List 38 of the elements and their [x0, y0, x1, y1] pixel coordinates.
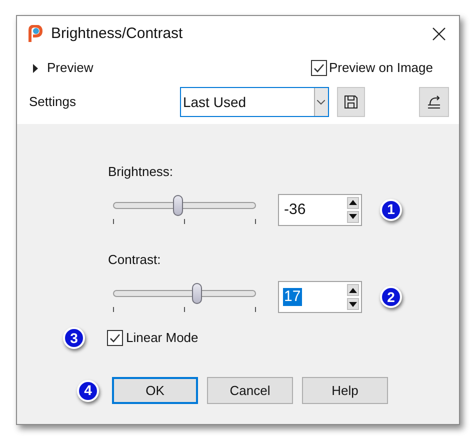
number-spinbox[interactable]: -36 [278, 194, 362, 226]
settings-dropdown[interactable]: Last Used [180, 87, 329, 117]
dialog-button[interactable]: OK [112, 377, 198, 404]
callout-number: 1 [380, 198, 402, 220]
save-preset-button[interactable] [336, 87, 365, 117]
spin-up-icon[interactable] [347, 284, 359, 296]
callout-number: 3 [63, 327, 85, 349]
callout-number: 2 [380, 286, 402, 308]
checkmark-icon [109, 332, 121, 344]
spin-down-icon[interactable] [347, 298, 359, 310]
slider-label: Contrast: [108, 250, 162, 268]
close-button[interactable] [431, 26, 447, 42]
dialog-button[interactable]: Cancel [207, 377, 293, 404]
preview-toggle[interactable]: Preview [33, 58, 94, 78]
curved-arrow-icon [426, 95, 442, 109]
slider[interactable] [113, 195, 256, 216]
checkbox-label: Preview on Image [328, 59, 433, 78]
callout-number: 4 [77, 380, 99, 402]
dropdown-value: Last Used [182, 92, 246, 112]
value-text: 17 [283, 288, 302, 306]
reset-button[interactable] [419, 87, 449, 117]
checkbox-label: Linear Mode [126, 329, 198, 348]
app-logo-icon [27, 25, 43, 43]
checkbox[interactable] [107, 330, 123, 346]
dialog-button[interactable]: Help [302, 377, 388, 404]
slider-thumb[interactable] [172, 195, 183, 216]
settings-label: Settings [29, 93, 76, 112]
slider[interactable] [113, 282, 256, 304]
slider-label: Brightness: [108, 163, 174, 181]
checkbox[interactable] [310, 60, 327, 76]
number-spinbox[interactable]: 17 [278, 281, 362, 313]
spin-up-icon[interactable] [347, 196, 359, 208]
value-text: -36 [283, 200, 307, 218]
window-title: Brightness/Contrast [51, 24, 183, 44]
checkmark-icon [312, 62, 325, 74]
spin-down-icon[interactable] [347, 210, 359, 222]
triangle-icon [33, 64, 39, 72]
slider-thumb[interactable] [192, 282, 202, 304]
